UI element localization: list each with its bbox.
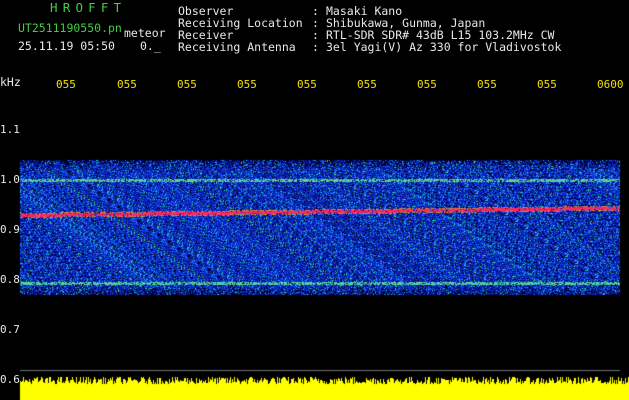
timestamp: 25.11.19 05:50 <box>18 39 115 53</box>
type-label: meteor <box>124 26 166 40</box>
file-name: UT2511190550.pn <box>18 21 122 35</box>
x-tick-label: 055 <box>477 78 497 91</box>
y-tick-label: 0.8 <box>0 273 20 286</box>
y-tick-label: 0.6 <box>0 373 20 386</box>
spectrogram-canvas <box>0 0 629 400</box>
x-tick-label: 055 <box>117 78 137 91</box>
y-tick-label: 0.7 <box>0 323 20 336</box>
x-tick-label: 055 <box>417 78 437 91</box>
meteor-count: 0._ <box>140 39 161 53</box>
x-tick-label: 055 <box>297 78 317 91</box>
x-tick-label: 055 <box>177 78 197 91</box>
x-tick-label: 055 <box>56 78 76 91</box>
y-tick-label: 1.0 <box>0 173 20 186</box>
info-value: 3el Yagi(V) Az 330 for Vladivostok <box>326 40 562 54</box>
y-tick-label: 0.9 <box>0 223 20 236</box>
x-tick-label: 0600 <box>597 78 624 91</box>
info-separator: : <box>312 40 319 54</box>
x-tick-label: 055 <box>357 78 377 91</box>
app-title: HROFFT <box>50 0 127 15</box>
info-key: Receiving Antenna <box>178 40 296 54</box>
info-row-antenna: Receiving Antenna : 3el Yagi(V) Az 330 f… <box>178 41 618 53</box>
x-tick-label: 055 <box>237 78 257 91</box>
y-tick-label: 1.1 <box>0 123 20 136</box>
y-axis-unit: kHz <box>0 75 21 89</box>
x-tick-label: 055 <box>537 78 557 91</box>
